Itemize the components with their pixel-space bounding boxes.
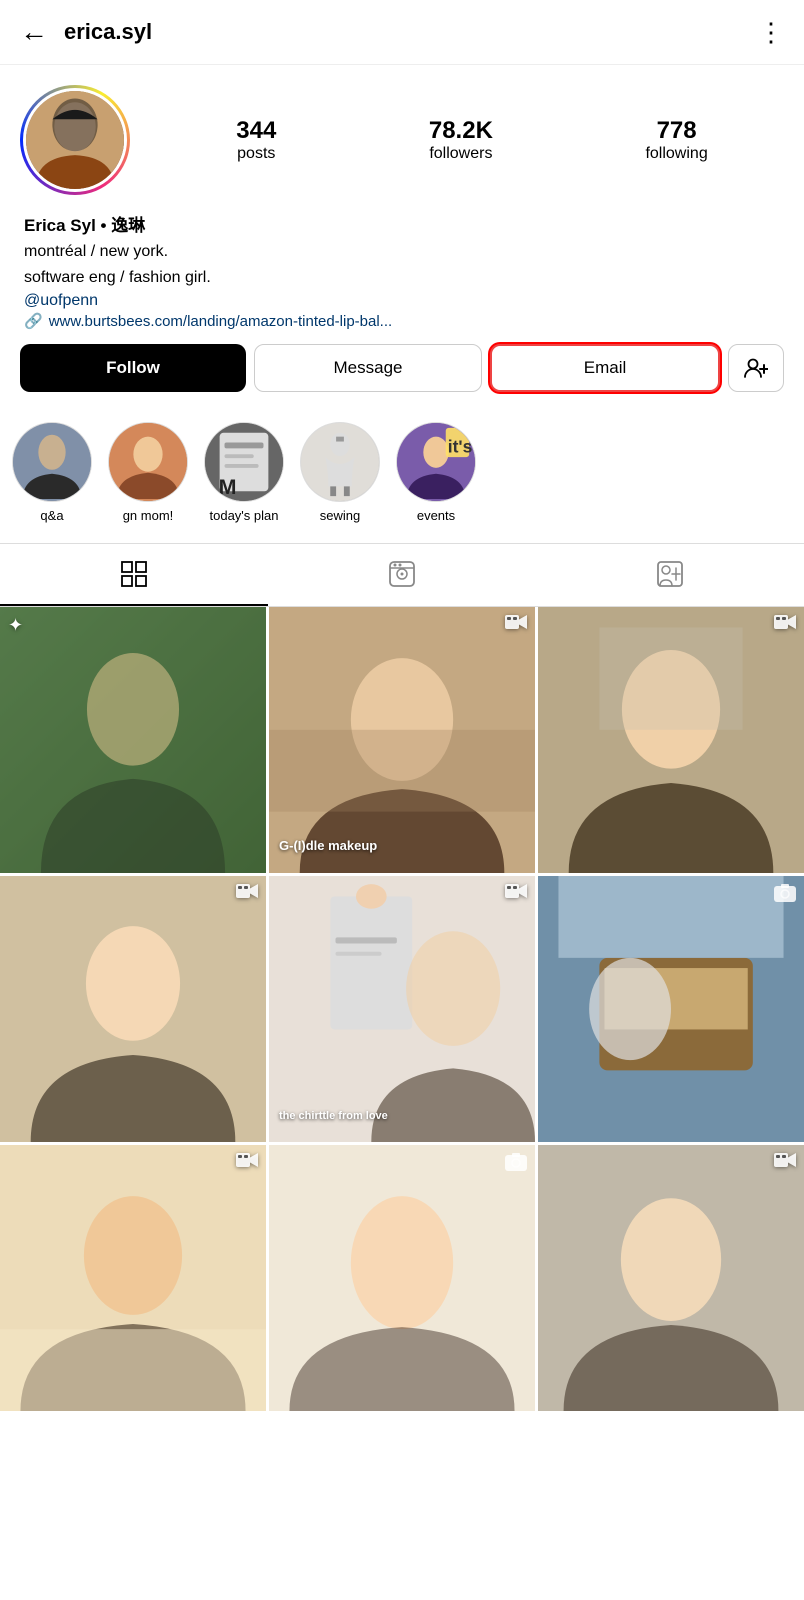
reels-icon — [388, 560, 416, 588]
highlight-label-qa: q&a — [40, 508, 63, 523]
bio-mention-link[interactable]: @uofpenn — [24, 292, 780, 310]
highlight-events[interactable]: it's events — [396, 422, 476, 523]
video-icon-5 — [505, 884, 527, 907]
tab-grid[interactable] — [0, 544, 268, 606]
sparkle-icon-1: ✦ — [8, 615, 23, 636]
followers-count: 78.2K — [429, 117, 493, 145]
highlight-todaysplan[interactable]: M today's plan — [204, 422, 284, 523]
video-icon-4 — [236, 884, 258, 907]
link-icon: 🔗 — [24, 312, 43, 330]
stat-posts[interactable]: 344 posts — [236, 117, 276, 163]
highlight-label-sewing: sewing — [320, 508, 360, 523]
highlight-qa[interactable]: q&a — [12, 422, 92, 523]
back-button[interactable]: ← — [20, 16, 48, 48]
grid-item-6[interactable] — [538, 876, 804, 1142]
bio-section: Erica Syl • 逸琳 montréal / new york. soft… — [20, 211, 784, 330]
highlight-circle-events: it's — [396, 422, 476, 502]
photo-icon-6 — [774, 884, 796, 907]
header-username: erica.syl — [64, 19, 758, 45]
grid-overlay-text-2: G-(I)dle makeup — [279, 838, 525, 853]
follow-button[interactable]: Follow — [20, 344, 246, 392]
avatar-wrapper[interactable] — [20, 85, 130, 195]
stats-row: 344 posts 78.2K followers 778 following — [160, 117, 784, 163]
email-button[interactable]: Email — [490, 344, 720, 392]
highlights-section: q&a gn mom! M — [0, 412, 804, 543]
svg-text:it's: it's — [448, 436, 473, 456]
grid-icon — [120, 560, 148, 588]
photo-icon-8 — [505, 1153, 527, 1176]
grid-item-3[interactable] — [538, 607, 804, 873]
grid-item-7[interactable] — [0, 1145, 266, 1411]
video-icon-7 — [236, 1153, 258, 1176]
action-buttons: Follow Message Email — [20, 344, 784, 392]
bio-line2: software eng / fashion girl. — [24, 266, 780, 290]
profile-top: 344 posts 78.2K followers 778 following — [20, 85, 784, 195]
bio-url-link[interactable]: 🔗 www.burtsbees.com/landing/amazon-tinte… — [24, 312, 780, 330]
highlight-circle-qa — [12, 422, 92, 502]
photo-grid: ✦ G-(I)dle makeup — [0, 607, 804, 1411]
stat-followers[interactable]: 78.2K followers — [429, 117, 493, 163]
tab-tagged[interactable] — [536, 544, 804, 606]
profile-display-name: Erica Syl • 逸琳 — [24, 211, 780, 236]
posts-count: 344 — [236, 117, 276, 145]
bio-url-text: www.burtsbees.com/landing/amazon-tinted-… — [49, 313, 393, 330]
posts-label: posts — [237, 145, 275, 162]
following-label: following — [645, 145, 707, 162]
highlight-label-events: events — [417, 508, 455, 523]
grid-item-4[interactable] — [0, 876, 266, 1142]
grid-item-1[interactable]: ✦ — [0, 607, 266, 873]
grid-item-5[interactable]: the chirttle from love — [269, 876, 535, 1142]
grid-item-9[interactable] — [538, 1145, 804, 1411]
tagged-icon — [656, 560, 684, 588]
header: ← erica.syl ⋮ — [0, 0, 804, 65]
message-button[interactable]: Message — [254, 344, 482, 392]
highlight-gnmom[interactable]: gn mom! — [108, 422, 188, 523]
svg-text:M: M — [219, 475, 237, 499]
highlight-circle-gnmom — [108, 422, 188, 502]
highlight-sewing[interactable]: sewing — [300, 422, 380, 523]
followers-label: followers — [429, 145, 492, 162]
add-friend-icon — [744, 357, 768, 379]
tabs-section — [0, 543, 804, 607]
video-icon-3 — [774, 615, 796, 638]
grid-overlay-text-5: the chirttle from love — [279, 1110, 525, 1122]
following-count: 778 — [645, 117, 707, 145]
highlight-circle-sewing — [300, 422, 380, 502]
profile-section: 344 posts 78.2K followers 778 following … — [0, 65, 804, 392]
highlight-label-gnmom: gn mom! — [123, 508, 174, 523]
highlight-label-todaysplan: today's plan — [210, 508, 279, 523]
add-friend-button[interactable] — [728, 344, 784, 392]
video-icon-2 — [505, 615, 527, 638]
video-icon-9 — [774, 1153, 796, 1176]
more-options-button[interactable]: ⋮ — [758, 17, 784, 48]
grid-item-2[interactable]: G-(I)dle makeup — [269, 607, 535, 873]
highlight-circle-todaysplan: M — [204, 422, 284, 502]
avatar — [23, 88, 127, 192]
avatar-image — [26, 91, 124, 189]
stat-following[interactable]: 778 following — [645, 117, 707, 163]
bio-line1: montréal / new york. — [24, 240, 780, 264]
grid-item-8[interactable] — [269, 1145, 535, 1411]
tab-reels[interactable] — [268, 544, 536, 606]
